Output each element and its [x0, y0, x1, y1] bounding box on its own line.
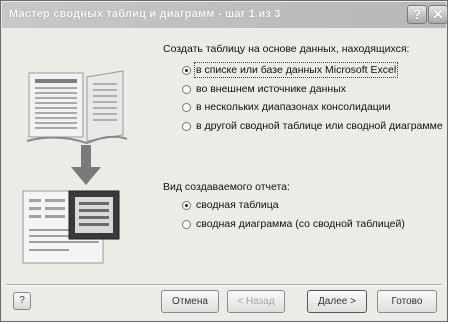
source-heading: Создать таблицу на основе данных, находя…: [163, 43, 410, 55]
wizard-illustration: [22, 70, 128, 264]
source-option-label[interactable]: в другой сводной таблице или сводной диа…: [196, 120, 443, 132]
pivot-wizard-dialog: Мастер сводных таблиц и диаграмм - шаг 1…: [0, 0, 448, 322]
report-option-label[interactable]: сводная диаграмма (со сводной таблицей): [196, 218, 405, 230]
source-option-label[interactable]: в нескольких диапазонах консолидации: [196, 101, 391, 113]
close-icon[interactable]: ✕: [428, 5, 448, 24]
title-bar[interactable]: Мастер сводных таблиц и диаграмм - шаг 1…: [2, 2, 448, 28]
help-icon[interactable]: ?: [407, 5, 427, 24]
source-option-label[interactable]: во внешнем источнике данных: [196, 83, 346, 95]
source-option-label[interactable]: в списке или базе данных Microsoft Excel: [193, 62, 399, 78]
back-button[interactable]: < Назад: [227, 290, 285, 313]
cancel-button[interactable]: Отмена: [161, 290, 219, 313]
help-icon[interactable]: ?: [13, 292, 31, 310]
radio-icon[interactable]: [182, 220, 191, 229]
radio-icon[interactable]: [182, 103, 191, 112]
report-heading: Вид создаваемого отчета:: [163, 181, 290, 193]
radio-icon[interactable]: [182, 85, 191, 94]
next-button[interactable]: Далее >: [307, 290, 367, 313]
finish-button[interactable]: Готово: [377, 290, 437, 313]
radio-icon[interactable]: [182, 122, 191, 131]
radio-icon[interactable]: [182, 66, 191, 75]
radio-icon[interactable]: [182, 201, 191, 210]
report-option-label[interactable]: сводная таблица: [196, 199, 279, 211]
footer-separator: [6, 284, 442, 286]
dialog-title: Мастер сводных таблиц и диаграмм - шаг 1…: [9, 8, 281, 20]
